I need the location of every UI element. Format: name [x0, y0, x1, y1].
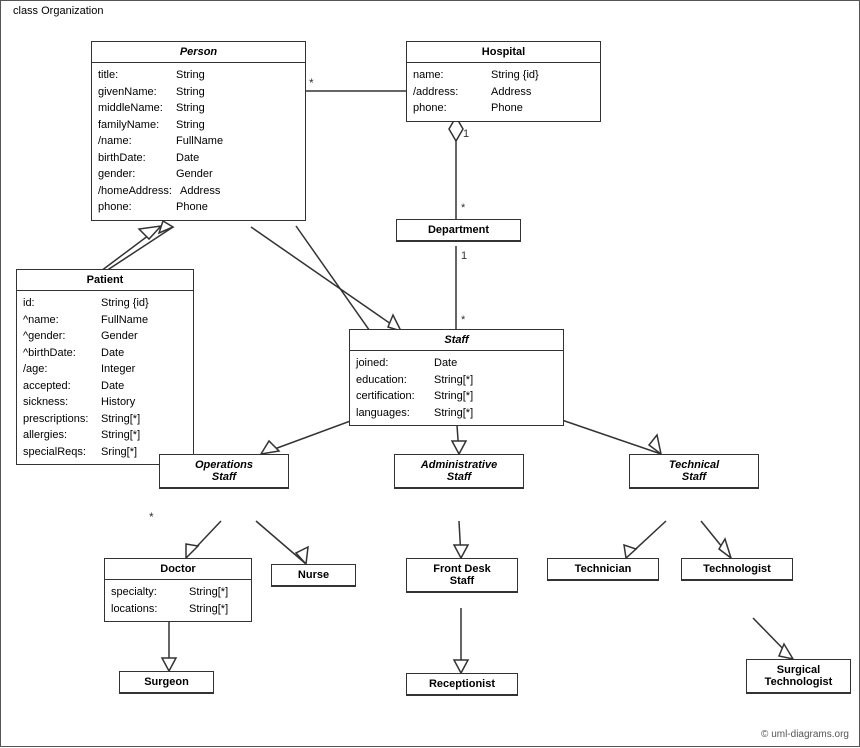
class-front-desk-staff-header: Front Desk Staff — [407, 559, 517, 592]
svg-text:*: * — [149, 510, 154, 524]
class-doctor-header: Doctor — [105, 559, 251, 580]
class-administrative-staff-header: Administrative Staff — [395, 455, 523, 488]
diagram-container: class Organization * * 1 * 1 * — [0, 0, 860, 747]
copyright: © uml-diagrams.org — [761, 729, 849, 740]
class-hospital-header: Hospital — [407, 42, 600, 63]
class-person-body: title:String givenName:String middleName… — [92, 63, 305, 220]
svg-text:*: * — [309, 76, 314, 90]
class-administrative-staff: Administrative Staff — [394, 454, 524, 489]
class-front-desk-staff: Front Desk Staff — [406, 558, 518, 593]
class-person-header: Person — [92, 42, 305, 63]
class-patient: Patient id:String {id} ^name:FullName ^g… — [16, 269, 194, 465]
class-technician: Technician — [547, 558, 659, 581]
class-staff-header: Staff — [350, 330, 563, 351]
class-staff: Staff joined:Date education:String[*] ce… — [349, 329, 564, 426]
class-operations-staff: Operations Staff — [159, 454, 289, 489]
class-receptionist-header: Receptionist — [407, 674, 517, 695]
class-receptionist: Receptionist — [406, 673, 518, 696]
class-staff-body: joined:Date education:String[*] certific… — [350, 351, 563, 425]
class-surgical-technologist-header: Surgical Technologist — [747, 660, 850, 693]
svg-text:1: 1 — [463, 128, 469, 140]
class-technologist: Technologist — [681, 558, 793, 581]
class-department: Department — [396, 219, 521, 242]
class-patient-body: id:String {id} ^name:FullName ^gender:Ge… — [17, 291, 193, 464]
class-technologist-header: Technologist — [682, 559, 792, 580]
class-doctor-body: specialty:String[*] locations:String[*] — [105, 580, 251, 621]
class-hospital-body: name:String {id} /address:Address phone:… — [407, 63, 600, 121]
class-hospital: Hospital name:String {id} /address:Addre… — [406, 41, 601, 122]
class-doctor: Doctor specialty:String[*] locations:Str… — [104, 558, 252, 622]
svg-text:*: * — [461, 314, 466, 326]
class-technician-header: Technician — [548, 559, 658, 580]
class-department-header: Department — [397, 220, 520, 241]
class-person: Person title:String givenName:String mid… — [91, 41, 306, 221]
diagram-title: class Organization — [9, 5, 108, 17]
class-operations-staff-header: Operations Staff — [160, 455, 288, 488]
class-patient-header: Patient — [17, 270, 193, 291]
class-surgeon-header: Surgeon — [120, 672, 213, 693]
svg-text:1: 1 — [461, 250, 467, 262]
class-technical-staff: Technical Staff — [629, 454, 759, 489]
class-technical-staff-header: Technical Staff — [630, 455, 758, 488]
class-nurse-header: Nurse — [272, 565, 355, 586]
svg-text:*: * — [461, 202, 466, 214]
class-nurse: Nurse — [271, 564, 356, 587]
class-surgeon: Surgeon — [119, 671, 214, 694]
class-surgical-technologist: Surgical Technologist — [746, 659, 851, 694]
